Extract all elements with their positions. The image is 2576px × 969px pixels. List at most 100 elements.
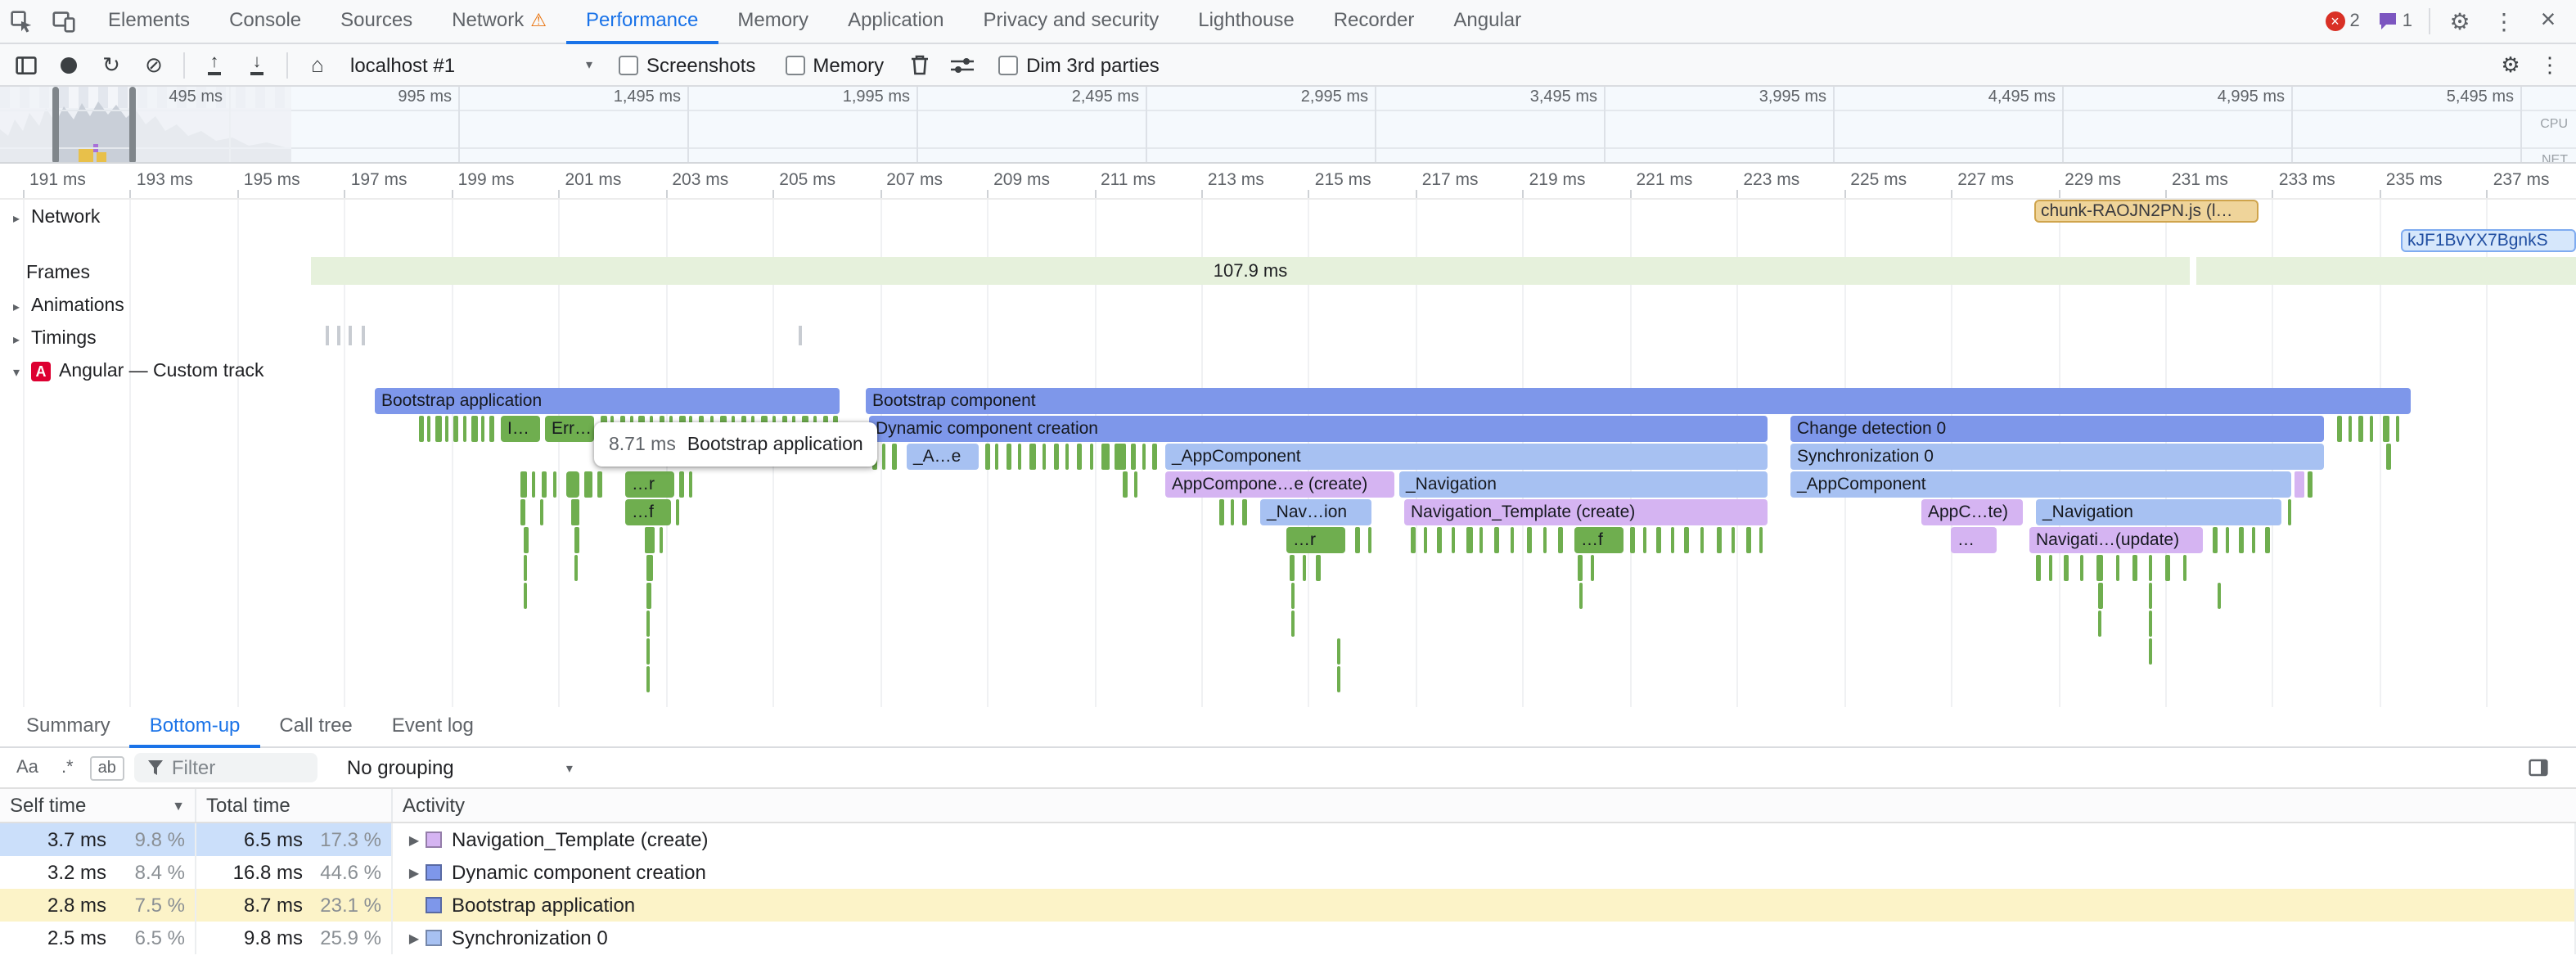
tab-privacy-and-security[interactable]: Privacy and security: [964, 0, 1179, 43]
bottom-tab-bottom-up[interactable]: Bottom-up: [130, 706, 260, 747]
network-request-chip[interactable]: kJF1BvYX7BgnkS: [2401, 229, 2576, 252]
tab-memory[interactable]: Memory: [718, 0, 828, 43]
expand-arrow-icon[interactable]: ▶: [403, 832, 426, 847]
flame-bar[interactable]: [1077, 444, 1082, 470]
flame-bar[interactable]: [2064, 555, 2069, 581]
flame-bar[interactable]: [1579, 583, 1583, 609]
expand-arrow-icon[interactable]: ▶: [403, 865, 426, 880]
tab-application[interactable]: Application: [828, 0, 963, 43]
bottom-tab-event-log[interactable]: Event log: [372, 706, 493, 747]
activity-cell[interactable]: ▶Synchronization 0: [393, 922, 2576, 954]
device-toolbar-icon[interactable]: [43, 0, 85, 43]
flame-bar[interactable]: [1152, 444, 1157, 470]
flame-bar[interactable]: [2265, 527, 2270, 553]
track-frames[interactable]: Frames: [26, 260, 90, 286]
track-timings[interactable]: ▸ Timings: [10, 326, 97, 352]
window-right-handle[interactable]: [129, 87, 136, 164]
flame-bar[interactable]: …f: [1574, 527, 1624, 553]
flame-bar[interactable]: [2098, 611, 2101, 637]
total-time-cell[interactable]: 6.5 ms17.3 %: [196, 823, 393, 856]
flame-bar[interactable]: [2149, 555, 2152, 581]
flame-bar[interactable]: I…: [501, 416, 540, 442]
flame-bar[interactable]: [1437, 527, 1442, 553]
flame-bar[interactable]: Navigation_Template (create): [1404, 499, 1768, 525]
flame-bar[interactable]: [1466, 527, 1473, 553]
flame-bar[interactable]: [1543, 527, 1547, 553]
flame-bar[interactable]: [1142, 444, 1146, 470]
flame-bar[interactable]: [1355, 527, 1360, 553]
table-row[interactable]: 3.7 ms9.8 %6.5 ms17.3 %▶Navigation_Templ…: [0, 823, 2576, 856]
grouping-dropdown[interactable]: No grouping ▾: [347, 756, 573, 779]
tab-console[interactable]: Console: [209, 0, 321, 43]
flame-bar[interactable]: Err…: [545, 416, 594, 442]
flame-bar[interactable]: [1290, 555, 1295, 581]
flame-bar[interactable]: [2396, 416, 2399, 442]
flame-bar[interactable]: [1043, 444, 1046, 470]
flame-bar[interactable]: Change detection 0: [1790, 416, 2324, 442]
flame-bar[interactable]: [689, 471, 692, 498]
collect-garbage-icon[interactable]: [900, 45, 939, 84]
flame-bar[interactable]: _AppComponent: [1790, 471, 2291, 498]
table-row[interactable]: 2.5 ms6.5 %9.8 ms25.9 %▶Synchronization …: [0, 922, 2576, 954]
flame-bar[interactable]: [574, 555, 578, 581]
flame-bar[interactable]: [2049, 555, 2052, 581]
flame-bar[interactable]: [419, 416, 424, 442]
flame-bar[interactable]: [2213, 527, 2218, 553]
bottom-tab-summary[interactable]: Summary: [7, 706, 130, 747]
flame-bar[interactable]: [542, 471, 547, 498]
flame-bar[interactable]: [995, 444, 998, 470]
flame-bar[interactable]: …r: [1286, 527, 1345, 553]
window-left-handle[interactable]: [52, 87, 59, 164]
flame-bar[interactable]: [2149, 583, 2152, 609]
flame-bar[interactable]: [435, 416, 442, 442]
issues-badge[interactable]: 1: [2370, 11, 2421, 31]
flame-bar[interactable]: Synchronization 0: [1790, 444, 2324, 470]
save-profile-button[interactable]: ↓: [237, 45, 277, 84]
track-network[interactable]: ▸ Network: [10, 205, 100, 231]
flame-bar[interactable]: [1759, 527, 1763, 553]
throttling-icon[interactable]: [943, 45, 982, 84]
flame-bar[interactable]: [1368, 527, 1371, 553]
flame-bar[interactable]: [1479, 527, 1483, 553]
flame-bar[interactable]: _Navigation: [1399, 471, 1768, 498]
flame-bar[interactable]: [1558, 527, 1563, 553]
tab-performance[interactable]: Performance: [566, 0, 718, 43]
flame-bar[interactable]: [524, 527, 529, 553]
expand-arrow-icon[interactable]: ▶: [403, 931, 426, 945]
flame-bar[interactable]: [1452, 527, 1455, 553]
load-profile-button[interactable]: ↑: [195, 45, 234, 84]
flame-bar[interactable]: [1291, 611, 1295, 637]
flame-bar[interactable]: [2383, 416, 2389, 442]
clear-recording-button[interactable]: ⊘: [134, 45, 173, 84]
tab-lighthouse[interactable]: Lighthouse: [1178, 0, 1313, 43]
flame-bar[interactable]: [584, 471, 592, 498]
total-time-cell[interactable]: 16.8 ms44.6 %: [196, 856, 393, 889]
settings-icon[interactable]: ⚙: [2439, 0, 2481, 43]
flame-bar[interactable]: [481, 416, 484, 442]
flame-bar[interactable]: [2098, 583, 2103, 609]
flame-bar[interactable]: [2337, 416, 2342, 442]
flame-bar[interactable]: [1131, 444, 1136, 470]
flame-bar[interactable]: [645, 527, 655, 553]
bottom-tab-call-tree[interactable]: Call tree: [259, 706, 372, 747]
flame-bar[interactable]: [524, 555, 527, 581]
self-time-cell[interactable]: 3.2 ms8.4 %: [0, 856, 196, 889]
flame-bar[interactable]: AppCompone…e (create): [1165, 471, 1394, 498]
self-time-cell[interactable]: 3.7 ms9.8 %: [0, 823, 196, 856]
collapse-arrow-icon[interactable]: ▸: [10, 210, 23, 225]
column-header-activity[interactable]: Activity: [393, 789, 2576, 822]
flame-bar[interactable]: [1337, 638, 1340, 665]
flame-bar[interactable]: [2218, 583, 2221, 609]
flame-bar[interactable]: [571, 499, 579, 525]
screenshots-checkbox[interactable]: Screenshots: [619, 53, 755, 76]
flame-bar[interactable]: [1123, 471, 1128, 498]
flame-bar[interactable]: _Nav…ion: [1260, 499, 1371, 525]
flame-bar[interactable]: [2370, 416, 2373, 442]
flame-bar[interactable]: [1494, 527, 1499, 553]
flame-bar[interactable]: [566, 471, 579, 498]
flame-bar[interactable]: [2226, 527, 2229, 553]
history-dropdown[interactable]: localhost #1 ▾: [340, 48, 602, 81]
filter-input[interactable]: [172, 756, 303, 779]
flame-bar[interactable]: [646, 555, 653, 581]
flame-bar[interactable]: [1424, 527, 1427, 553]
